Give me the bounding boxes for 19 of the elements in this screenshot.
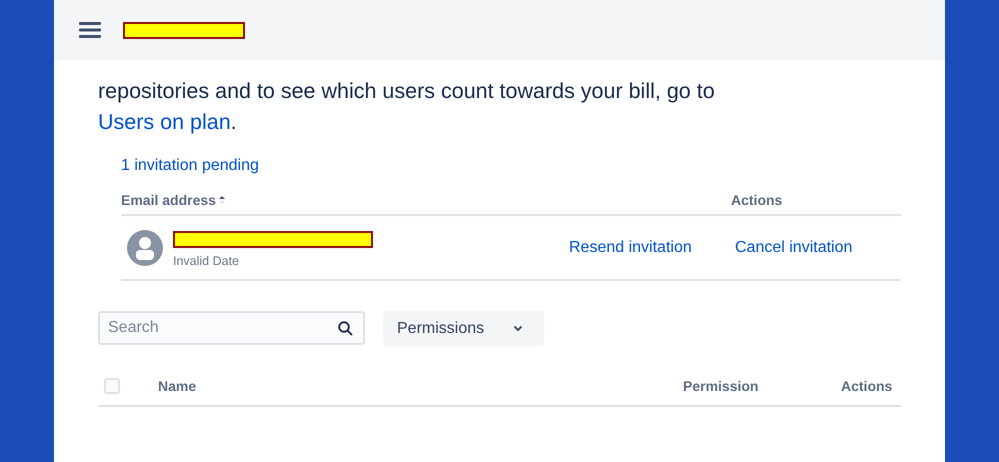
search-field[interactable]: Search <box>98 311 365 345</box>
sort-icon <box>218 196 225 204</box>
permissions-dropdown[interactable]: Permissions <box>383 311 544 346</box>
invitation-action-link[interactable]: Cancel invitation <box>735 238 901 256</box>
pending-count: 1 invitation pending <box>121 156 260 176</box>
column-header: Name <box>158 378 198 394</box>
intro-text: repositories and to see which users count towards your bill, go to Users on plan. <box>98 78 716 136</box>
users-on-plan-link[interactable]: Users on plan <box>98 110 231 134</box>
column-header: Permission <box>683 378 760 394</box>
search-icon <box>338 321 353 336</box>
chevron-icon <box>513 325 523 332</box>
invite-date: Invalid Date <box>173 254 240 268</box>
column-header: Actions <box>841 378 894 394</box>
select-all-checkbox[interactable] <box>104 378 120 394</box>
invitation-action-link[interactable]: Resend invitation <box>569 238 735 256</box>
avatar-icon <box>127 230 163 266</box>
menu-icon[interactable] <box>79 22 101 38</box>
column-header[interactable]: Email address <box>121 192 731 208</box>
column-header: Actions <box>731 192 784 208</box>
